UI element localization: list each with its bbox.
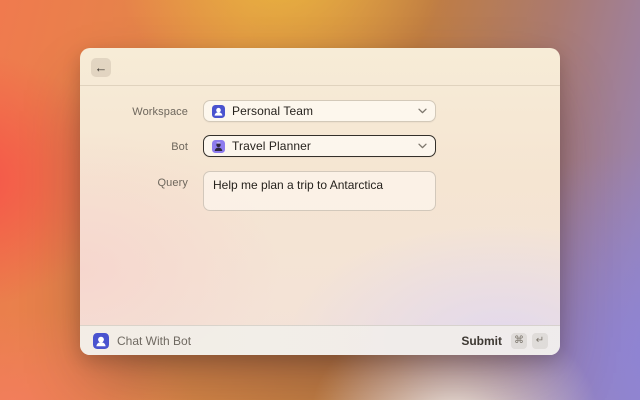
dialog-header: ← [80, 48, 560, 86]
dialog-footer: Chat With Bot Submit ⌘ ↵ [80, 325, 560, 355]
footer-title: Chat With Bot [117, 334, 191, 348]
enter-key-icon: ↵ [532, 333, 548, 349]
back-button[interactable]: ← [91, 58, 111, 77]
bot-value: Travel Planner [232, 139, 311, 153]
footer-actions: Submit ⌘ ↵ [461, 333, 548, 349]
chevron-down-icon [418, 143, 427, 149]
back-arrow-icon: ← [95, 60, 108, 75]
workspace-avatar-icon [212, 105, 225, 118]
query-input[interactable]: Help me plan a trip to Antarctica [203, 171, 436, 211]
chevron-down-icon [418, 108, 427, 114]
workspace-value: Personal Team [232, 104, 313, 118]
submit-button[interactable]: Submit [461, 334, 502, 348]
bot-select[interactable]: Travel Planner [203, 135, 436, 157]
chat-with-bot-dialog: ← Workspace Personal Team Bot Travel Pla… [80, 48, 560, 355]
command-key-icon: ⌘ [511, 333, 527, 349]
workspace-select[interactable]: Personal Team [203, 100, 436, 122]
chat-bot-app-icon [93, 333, 109, 349]
query-label: Query [80, 177, 188, 189]
bot-avatar-icon [212, 140, 225, 153]
workspace-label: Workspace [80, 106, 188, 118]
bot-label: Bot [80, 141, 188, 153]
